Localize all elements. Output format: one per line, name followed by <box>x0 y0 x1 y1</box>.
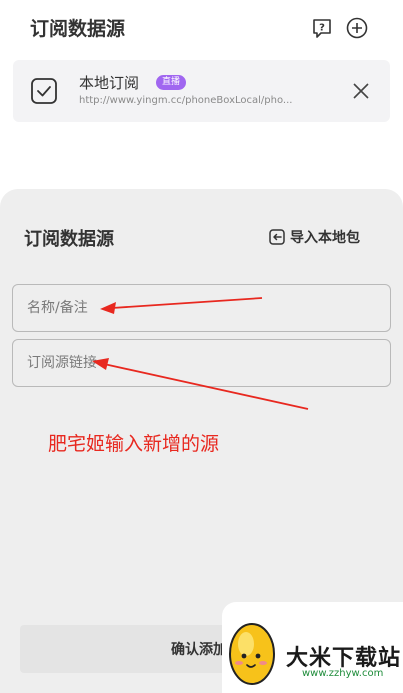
question-bubble-icon: ? <box>313 19 331 38</box>
dialog-title: 订阅数据源 <box>24 229 114 250</box>
site-watermark: 大米下载站 www.zzhyw.com <box>222 602 403 693</box>
add-subscription-button[interactable] <box>346 17 368 39</box>
subscription-checkbox[interactable] <box>30 77 58 105</box>
import-local-label: 导入本地包 <box>290 230 360 246</box>
import-icon <box>269 229 285 245</box>
page-title: 订阅数据源 <box>30 18 126 40</box>
import-local-button[interactable]: 导入本地包 <box>268 227 360 247</box>
url-input[interactable] <box>13 340 390 386</box>
name-field[interactable] <box>12 284 391 332</box>
plus-circle-icon <box>346 17 368 39</box>
subscription-url: http://www.yingm.cc/phoneBoxLocal/pho... <box>79 95 293 106</box>
subscription-card[interactable]: 本地订阅 直播 http://www.yingm.cc/phoneBoxLoca… <box>13 60 390 122</box>
name-input[interactable] <box>13 285 390 331</box>
url-field[interactable] <box>12 339 391 387</box>
top-bar: 订阅数据源 ? <box>0 0 403 56</box>
watermark-url: www.zzhyw.com <box>302 668 384 679</box>
live-badge: 直播 <box>156 75 187 90</box>
rice-grain-mascot-icon <box>229 623 275 685</box>
subscription-name: 本地订阅 <box>79 74 140 92</box>
close-icon <box>353 83 369 99</box>
annotation-text: 肥宅姬输入新增的源 <box>48 433 220 455</box>
help-button[interactable]: ? <box>311 17 333 39</box>
confirm-add-label: 确认添加 <box>171 642 227 658</box>
checkbox-checked-icon <box>31 78 57 104</box>
svg-text:?: ? <box>319 23 325 34</box>
remove-subscription-button[interactable] <box>350 80 372 102</box>
